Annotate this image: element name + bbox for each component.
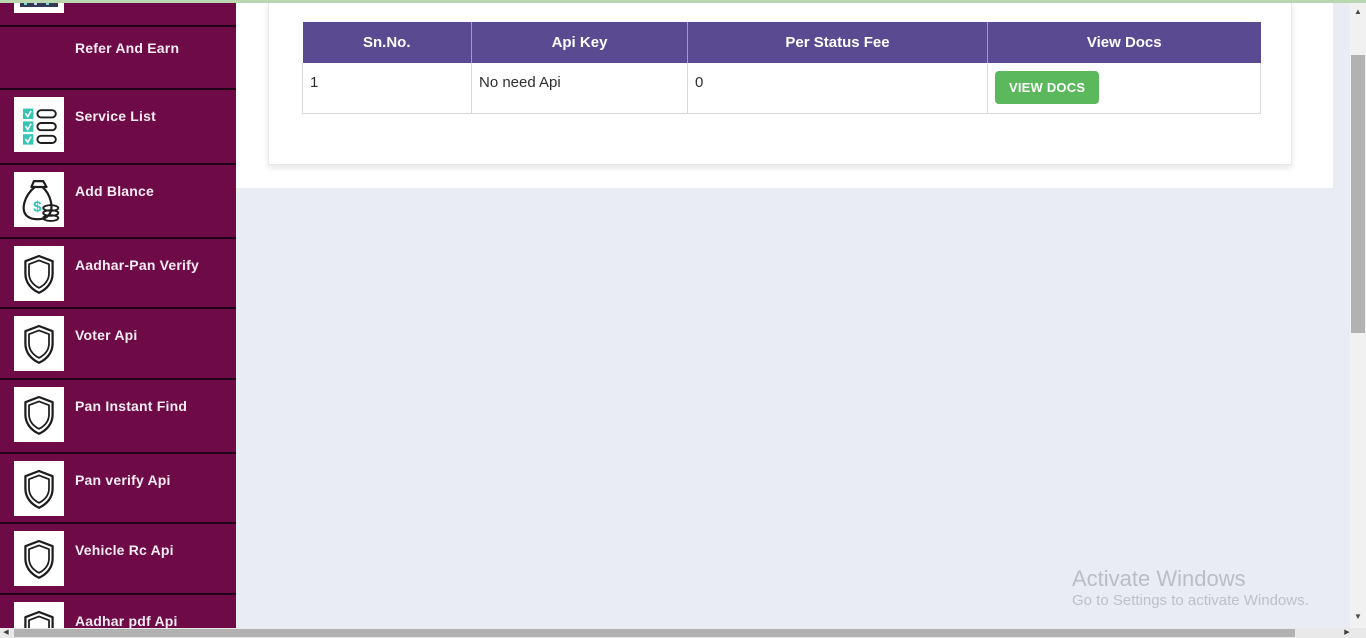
shield-icon bbox=[14, 461, 64, 516]
view-docs-button[interactable]: VIEW DOCS bbox=[995, 71, 1099, 104]
header-sn-no: Sn.No. bbox=[303, 22, 472, 63]
sidebar-item-service-list[interactable]: Service List bbox=[0, 90, 236, 165]
sidebar-item-vehicle-rc-api[interactable]: Vehicle Rc Api bbox=[0, 524, 236, 595]
cell-api-key: No need Api bbox=[472, 63, 688, 113]
sidebar: Refer And Earn Service List $ bbox=[0, 2, 236, 628]
vertical-scrollbar-thumb[interactable] bbox=[1351, 55, 1365, 333]
shield-icon bbox=[14, 246, 64, 301]
scroll-left-icon[interactable]: ◀ bbox=[0, 628, 12, 638]
svg-text:$: $ bbox=[33, 198, 42, 215]
sidebar-item-label: Add Blance bbox=[75, 183, 154, 199]
vertical-scrollbar[interactable]: ▲ ▼ bbox=[1350, 3, 1366, 628]
cell-sn-no: 1 bbox=[303, 63, 472, 113]
sidebar-item-voter-api[interactable]: Voter Api bbox=[0, 309, 236, 380]
sidebar-item-pan-verify-api[interactable]: Pan verify Api bbox=[0, 454, 236, 524]
sidebar-item-add-blance[interactable]: $ Add Blance bbox=[0, 165, 236, 239]
sidebar-item-aadhar-pdf-api[interactable]: Aadhar pdf Api bbox=[0, 595, 236, 628]
cell-view-docs: VIEW DOCS bbox=[988, 63, 1261, 113]
window-top-strip bbox=[0, 0, 1366, 3]
sidebar-item-label: Aadhar-Pan Verify bbox=[75, 257, 199, 273]
money-bag-icon: $ bbox=[14, 172, 64, 227]
sidebar-item-label: Pan verify Api bbox=[75, 472, 171, 488]
watermark-line1: Activate Windows bbox=[1072, 566, 1309, 591]
activate-windows-watermark: Activate Windows Go to Settings to activ… bbox=[1072, 566, 1309, 611]
sidebar-item-label: Vehicle Rc Api bbox=[75, 542, 174, 558]
sidebar-item-aadhar-pan-verify[interactable]: Aadhar-Pan Verify bbox=[0, 239, 236, 309]
sidebar-item-label: Pan Instant Find bbox=[75, 398, 187, 414]
api-card: Sn.No. Api Key Per Status Fee View Docs … bbox=[268, 2, 1292, 165]
header-view-docs: View Docs bbox=[988, 22, 1261, 63]
shield-icon bbox=[14, 316, 64, 371]
checklist-icon bbox=[14, 97, 64, 152]
shield-icon bbox=[14, 531, 64, 586]
table-header-row: Sn.No. Api Key Per Status Fee View Docs bbox=[303, 22, 1261, 63]
sidebar-item-pan-instant-find[interactable]: Pan Instant Find bbox=[0, 380, 236, 454]
watermark-line2: Go to Settings to activate Windows. bbox=[1072, 591, 1309, 611]
scroll-down-icon[interactable]: ▼ bbox=[1350, 610, 1366, 624]
sidebar-item-label: Aadhar pdf Api bbox=[75, 613, 178, 629]
cell-per-status-fee: 0 bbox=[688, 63, 988, 113]
sidebar-item-label: Voter Api bbox=[75, 327, 137, 343]
horizontal-scrollbar[interactable]: ◀ ▶ bbox=[0, 628, 1366, 638]
horizontal-scrollbar-thumb[interactable] bbox=[14, 629, 1295, 637]
sidebar-item-partial[interactable] bbox=[0, 2, 236, 27]
api-table: Sn.No. Api Key Per Status Fee View Docs … bbox=[302, 22, 1261, 114]
scroll-up-icon[interactable]: ▲ bbox=[1350, 5, 1366, 19]
main-content: Sn.No. Api Key Per Status Fee View Docs … bbox=[236, 2, 1333, 188]
sidebar-item-label: Refer And Earn bbox=[75, 40, 179, 56]
table-row: 1 No need Api 0 VIEW DOCS bbox=[303, 63, 1261, 113]
scroll-right-icon[interactable]: ▶ bbox=[1341, 628, 1353, 638]
header-api-key: Api Key bbox=[472, 22, 688, 63]
header-per-status-fee: Per Status Fee bbox=[688, 22, 988, 63]
sidebar-item-refer-and-earn[interactable]: Refer And Earn bbox=[0, 27, 236, 90]
sidebar-item-label: Service List bbox=[75, 108, 156, 124]
shield-icon bbox=[14, 387, 64, 442]
